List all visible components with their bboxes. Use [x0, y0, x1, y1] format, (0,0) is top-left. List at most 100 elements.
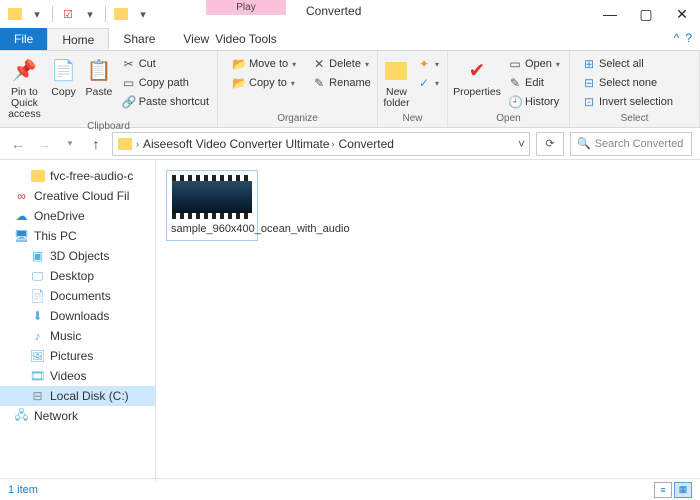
tree-item[interactable]: 🖵Desktop — [0, 266, 155, 286]
breadcrumb-segment[interactable]: Converted — [339, 137, 394, 151]
paste-icon: 📋 — [85, 57, 113, 85]
tree-item-label: OneDrive — [34, 209, 85, 223]
video-icon: 🎞 — [30, 369, 45, 383]
tab-video-tools[interactable]: Video Tools — [206, 28, 286, 50]
file-pane[interactable]: sample_960x400_ocean_with_audio — [156, 160, 700, 482]
pic-icon: 🖼 — [30, 349, 45, 363]
tab-home[interactable]: Home — [47, 28, 109, 50]
recent-button[interactable]: ▾ — [60, 132, 80, 156]
select-all-button[interactable]: ⊞Select all — [578, 55, 677, 73]
refresh-button[interactable]: ⟳ — [536, 132, 564, 156]
thumbnails-view-button[interactable]: ▦ — [674, 482, 692, 498]
search-input[interactable]: 🔍 Search Converted — [570, 132, 692, 156]
copy-path-icon: ▭ — [122, 76, 136, 90]
new-folder-button[interactable]: New folder — [382, 53, 411, 109]
tree-item[interactable]: ☁OneDrive — [0, 206, 155, 226]
history-button[interactable]: 🕘History — [504, 93, 564, 111]
tree-item[interactable]: 🖧Network — [0, 406, 155, 426]
rename-button[interactable]: ✎Rename — [308, 74, 375, 92]
details-view-button[interactable]: ≡ — [654, 482, 672, 498]
tree-item[interactable]: ⊟Local Disk (C:) — [0, 386, 155, 406]
tree-item[interactable]: ♪Music — [0, 326, 155, 346]
pin-quick-access-button[interactable]: 📌 Pin to Quick access — [4, 53, 45, 120]
paste-shortcut-button[interactable]: 🔗Paste shortcut — [118, 93, 213, 111]
tree-item[interactable]: ⬇Downloads — [0, 306, 155, 326]
open-button[interactable]: ▭Open▾ — [504, 55, 564, 73]
tree-item[interactable]: fvc-free-audio-c — [0, 166, 155, 186]
tree-item[interactable]: 🎞 Videos — [0, 366, 155, 386]
nav-tree[interactable]: fvc-free-audio-c ∞Creative Cloud Fil☁OneD… — [0, 160, 156, 482]
maximize-button[interactable]: ▢ — [628, 0, 664, 28]
window-title: Converted — [306, 4, 361, 18]
label: Paste — [86, 87, 113, 98]
paste-button[interactable]: 📋 Paste — [82, 53, 115, 98]
doc-icon: 📄 — [30, 289, 45, 303]
group-label: Organize — [222, 112, 373, 125]
delete-button[interactable]: ✕Delete▾ — [308, 55, 375, 73]
easy-access-icon: ✓ — [417, 76, 431, 90]
properties-icon: ✔ — [463, 57, 491, 85]
label: Properties — [453, 87, 501, 98]
search-icon: 🔍 — [577, 137, 591, 150]
tree-item-label: Network — [34, 409, 78, 423]
tree-item[interactable]: 🖥This PC — [0, 226, 155, 246]
group-label: Select — [574, 112, 695, 125]
tree-item-label: fvc-free-audio-c — [50, 169, 133, 183]
tab-share[interactable]: Share — [109, 28, 169, 50]
tree-item[interactable]: 📄Documents — [0, 286, 155, 306]
folder-icon — [112, 5, 130, 23]
chevron-down-icon[interactable]: ▾ — [134, 5, 152, 23]
label: New folder — [382, 87, 411, 109]
collapse-ribbon-icon[interactable]: ^ — [674, 31, 680, 45]
minimize-button[interactable]: — — [592, 0, 628, 28]
file-item[interactable]: sample_960x400_ocean_with_audio — [166, 170, 258, 241]
select-none-button[interactable]: ⊟Select none — [578, 74, 677, 92]
edit-button[interactable]: ✎Edit — [504, 74, 564, 92]
tree-item[interactable]: 🖼 Pictures — [0, 346, 155, 366]
tree-item-label: Pictures — [50, 349, 93, 363]
chevron-down-icon[interactable]: ▾ — [28, 5, 46, 23]
edit-icon: ✎ — [508, 76, 522, 90]
cut-button[interactable]: ✂Cut — [118, 55, 213, 73]
label: Pin to Quick access — [4, 87, 45, 120]
folder-icon — [30, 169, 45, 183]
copy-to-icon: 📂 — [232, 76, 246, 90]
move-icon: 📂 — [232, 57, 246, 71]
copy-path-button[interactable]: ▭Copy path — [118, 74, 213, 92]
select-all-icon: ⊞ — [582, 57, 596, 71]
breadcrumb-segment[interactable]: Aiseesoft Video Converter Ultimate › — [143, 137, 335, 151]
tree-item[interactable]: ∞Creative Cloud Fil — [0, 186, 155, 206]
properties-checkbox-icon[interactable]: ☑ — [59, 5, 77, 23]
folder-icon — [6, 5, 24, 23]
copy-button[interactable]: 📄 Copy — [47, 53, 80, 98]
new-item-button[interactable]: ✦▾ — [413, 55, 443, 73]
separator — [52, 6, 53, 22]
invert-selection-button[interactable]: ⊡Invert selection — [578, 93, 677, 111]
back-button[interactable]: ← — [8, 132, 28, 156]
tree-item[interactable]: ▣3D Objects — [0, 246, 155, 266]
easy-access-button[interactable]: ✓▾ — [413, 74, 443, 92]
up-button[interactable]: ↑ — [86, 132, 106, 156]
context-tab-header: Play — [206, 0, 286, 15]
tab-file[interactable]: File — [0, 28, 47, 50]
separator — [105, 6, 106, 22]
chevron-right-icon[interactable]: › — [332, 139, 335, 149]
chevron-right-icon[interactable]: › — [136, 139, 139, 149]
move-to-button[interactable]: 📂Move to▾ — [228, 55, 300, 73]
invert-icon: ⊡ — [582, 95, 596, 109]
chevron-down-icon[interactable]: ˅ — [518, 137, 525, 151]
new-folder-icon — [382, 57, 410, 85]
video-thumbnail — [172, 175, 252, 219]
address-bar[interactable]: › Aiseesoft Video Converter Ultimate › C… — [112, 132, 530, 156]
properties-button[interactable]: ✔ Properties — [452, 53, 502, 98]
chevron-down-icon[interactable]: ▾ — [81, 5, 99, 23]
select-none-icon: ⊟ — [582, 76, 596, 90]
help-icon[interactable]: ? — [685, 31, 692, 45]
group-label: New — [382, 112, 443, 125]
forward-button[interactable]: → — [34, 132, 54, 156]
pc-icon: 🖥 — [14, 229, 29, 243]
pin-icon: 📌 — [10, 57, 38, 85]
tree-item-label: Videos — [50, 369, 86, 383]
close-button[interactable]: ✕ — [664, 0, 700, 28]
copy-to-button[interactable]: 📂Copy to▾ — [228, 74, 300, 92]
